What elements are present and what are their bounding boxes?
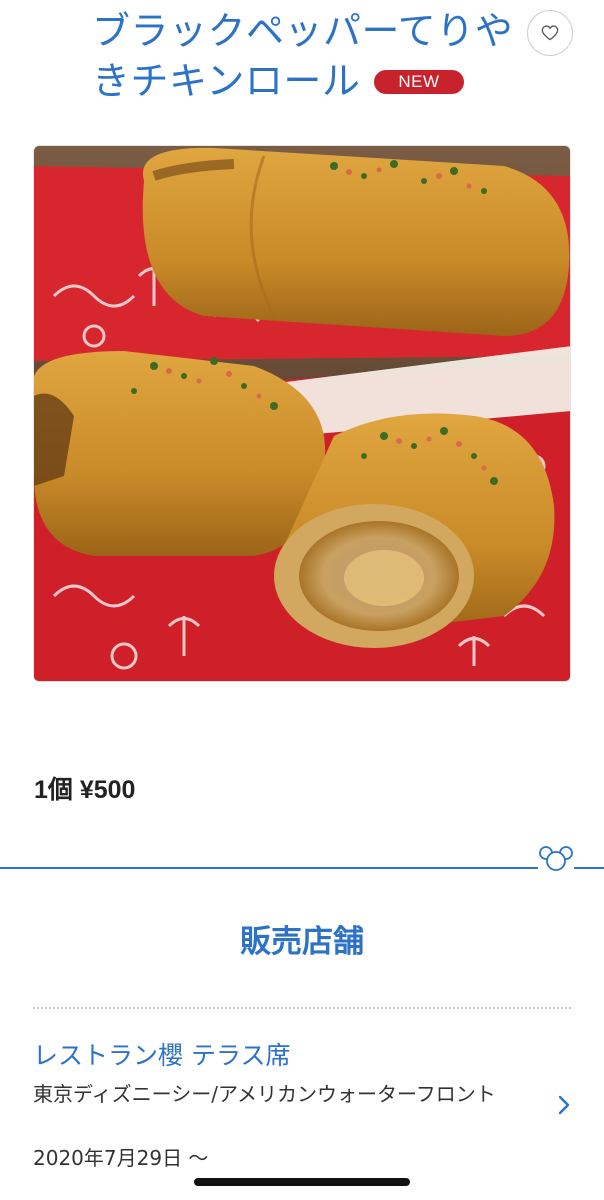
favorite-button[interactable]: [527, 10, 573, 56]
chevron-right-icon: [558, 1095, 570, 1115]
store-location: 東京ディズニーシー/アメリカンウォーターフロント: [33, 1082, 496, 1106]
store-list-item[interactable]: レストラン櫻 テラス席 東京ディズニーシー/アメリカンウォーターフロント 202…: [33, 1032, 571, 1177]
section-title: 販売店舗: [240, 924, 364, 960]
mickey-icon: [538, 845, 574, 871]
section-divider: [0, 867, 604, 869]
product-title: ブラックペッパーてりやきチキンロール NEW: [92, 6, 522, 106]
price-label: 1個 ¥500: [34, 776, 136, 804]
product-photo: [33, 145, 571, 682]
store-date: 2020年7月29日 ～: [33, 1146, 209, 1170]
home-indicator[interactable]: [194, 1178, 410, 1186]
dotted-divider: [33, 1007, 571, 1009]
heart-icon: [541, 25, 559, 41]
new-badge: NEW: [374, 70, 464, 94]
store-name: レストラン櫻 テラス席: [33, 1041, 291, 1070]
title-area: ブラックペッパーてりやきチキンロール NEW: [0, 0, 604, 125]
